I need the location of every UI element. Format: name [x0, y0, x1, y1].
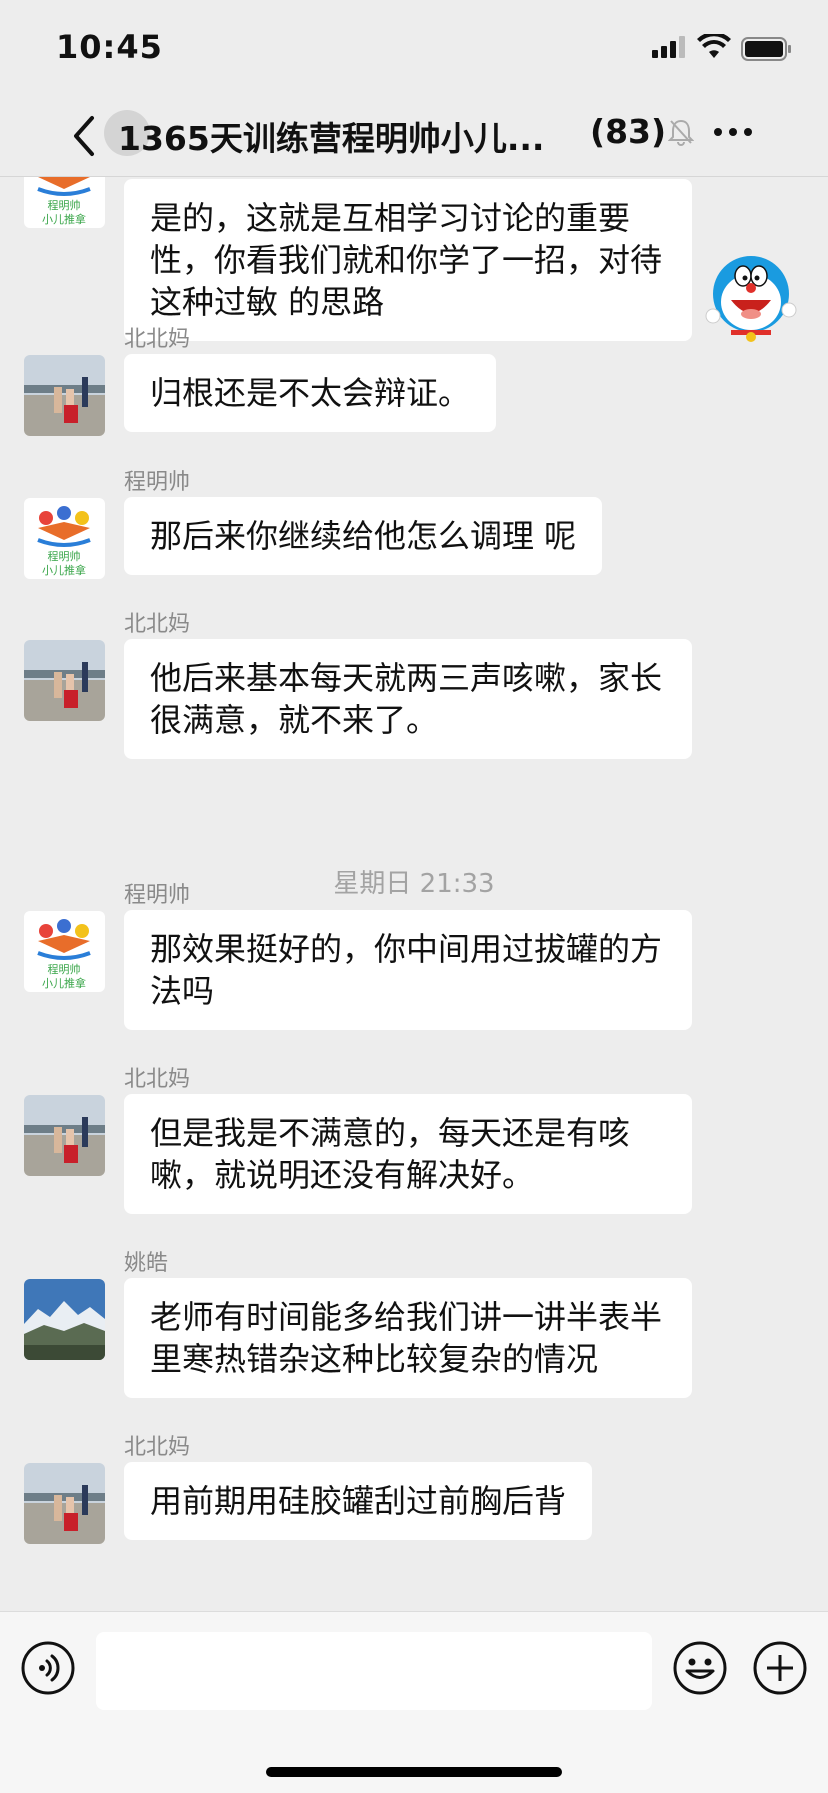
status-time: 10:45: [56, 28, 163, 66]
svg-text:小儿推拿: 小儿推拿: [42, 563, 86, 577]
svg-text:小儿推拿: 小儿推拿: [42, 976, 86, 990]
family-photo-icon: [24, 1095, 105, 1176]
avatar[interactable]: [24, 1095, 105, 1176]
svg-text:程明帅: 程明帅: [48, 550, 81, 563]
sender-name: 北北妈: [124, 327, 191, 352]
family-photo-icon: [24, 355, 105, 436]
avatar[interactable]: [24, 1279, 105, 1360]
family-photo-icon: [24, 1463, 105, 1544]
back-chevron-icon[interactable]: [66, 110, 106, 162]
more-dots-icon[interactable]: [710, 112, 756, 152]
cmsh-logo-icon: 程明帅 小儿推拿: [24, 498, 105, 579]
sender-name: 姚皓: [124, 1251, 169, 1276]
battery-icon: [741, 37, 791, 61]
bell-slash-icon: [668, 119, 694, 146]
avatar[interactable]: 程明帅 小儿推拿: [24, 177, 105, 228]
wifi-icon: [697, 34, 731, 58]
avatar[interactable]: [24, 640, 105, 721]
message-input[interactable]: [96, 1632, 652, 1710]
cmsh-logo-icon: 程明帅 小儿推拿: [24, 177, 105, 228]
plus-icon[interactable]: [752, 1640, 808, 1696]
home-indicator[interactable]: [266, 1767, 562, 1777]
svg-text:小儿推拿: 小儿推拿: [42, 212, 86, 226]
message-list[interactable]: 程明帅 小儿推拿 是的，这就是互相学习讨论的重要性，你看我们就和你学了一招，对待…: [0, 177, 828, 1610]
avatar[interactable]: [24, 355, 105, 436]
cellular-signal-icon: [652, 36, 685, 58]
message-bubble[interactable]: 他后来基本每天就两三声咳嗽，家长很满意，就不来了。: [124, 639, 692, 759]
avatar[interactable]: [24, 1463, 105, 1544]
emoji-icon[interactable]: [672, 1640, 728, 1696]
sender-name: 北北妈: [124, 1067, 191, 1092]
message-bubble[interactable]: 用前期用硅胶罐刮过前胸后背: [124, 1462, 593, 1540]
sender-name: 北北妈: [124, 1435, 191, 1460]
message-bubble[interactable]: 那效果挺好的，你中间用过拔罐的方法吗: [124, 910, 692, 1030]
message-bubble[interactable]: 老师有时间能多给我们讲一讲半表半里寒热错杂这种比较复杂的情况: [124, 1278, 692, 1398]
cmsh-logo-icon: 程明帅 小儿推拿: [24, 911, 105, 992]
chat-header: 1365天训练营程明帅小儿... (83): [0, 100, 828, 177]
avatar[interactable]: 程明帅 小儿推拿: [24, 911, 105, 992]
sender-name: 程明帅: [124, 470, 191, 495]
sender-name: 程明帅: [124, 883, 191, 908]
avatar[interactable]: 程明帅 小儿推拿: [24, 498, 105, 579]
member-count: (83): [590, 112, 667, 151]
message-bubble[interactable]: 那后来你继续给他怎么调理 呢: [124, 497, 603, 575]
svg-text:程明帅: 程明帅: [48, 199, 81, 212]
sender-name: 北北妈: [124, 612, 191, 637]
chat-title[interactable]: 1365天训练营程明帅小儿...: [118, 112, 560, 160]
mountain-photo-icon: [24, 1279, 105, 1360]
input-bar: [0, 1611, 828, 1793]
message-bubble[interactable]: 归根还是不太会辩证。: [124, 354, 497, 432]
doraemon-sticker-icon[interactable]: [705, 252, 797, 348]
svg-text:程明帅: 程明帅: [48, 963, 81, 976]
message-bubble[interactable]: 但是我是不满意的，每天还是有咳嗽，就说明还没有解决好。: [124, 1094, 692, 1214]
status-bar: 10:45: [0, 0, 828, 100]
message-bubble[interactable]: 是的，这就是互相学习讨论的重要性，你看我们就和你学了一招，对待这种过敏 的思路: [124, 179, 692, 341]
voice-icon[interactable]: [20, 1640, 76, 1696]
family-photo-icon: [24, 640, 105, 721]
